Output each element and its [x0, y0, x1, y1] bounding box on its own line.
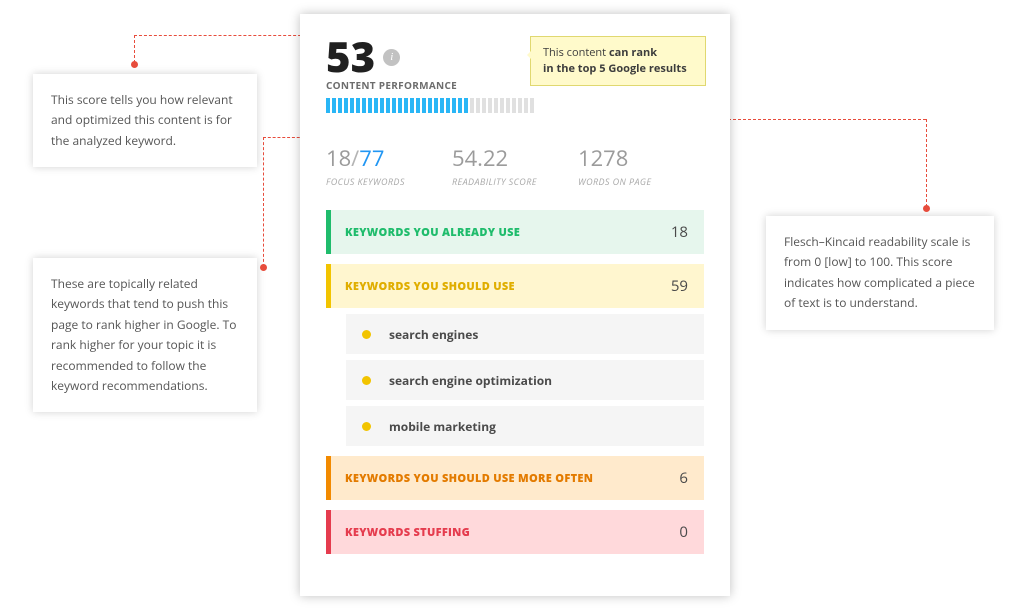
- score-progress: [326, 98, 704, 113]
- ranking-note: This content can rank in the top 5 Googl…: [530, 36, 706, 86]
- keyword-item[interactable]: search engine optimization: [346, 360, 704, 400]
- bullet-icon: [362, 330, 371, 339]
- keyword-item[interactable]: mobile marketing: [346, 406, 704, 446]
- note-text: This content: [543, 45, 609, 60]
- bullet-icon: [362, 422, 371, 431]
- section-count: 18: [671, 222, 688, 242]
- focus-total: 77: [359, 143, 384, 173]
- keyword-item[interactable]: search engines: [346, 314, 704, 354]
- section-count: 0: [679, 522, 688, 542]
- metric-words[interactable]: 1278 WORDS ON PAGE: [578, 143, 704, 188]
- section-title: KEYWORDS YOU SHOULD USE MORE OFTEN: [345, 471, 593, 486]
- metric-readability[interactable]: 54.22 READABILITY SCORE: [452, 143, 578, 188]
- section-keywords-already-use[interactable]: KEYWORDS YOU ALREADY USE 18: [326, 210, 704, 254]
- metric-label: FOCUS KEYWORDS: [326, 175, 452, 188]
- score-value: 53: [326, 36, 375, 78]
- keyword-text: mobile marketing: [389, 418, 496, 435]
- keyword-text: search engines: [389, 326, 478, 343]
- bullet-icon: [362, 376, 371, 385]
- connector-line: [134, 35, 135, 63]
- section-keywords-more-often[interactable]: KEYWORDS YOU SHOULD USE MORE OFTEN 6: [326, 456, 704, 500]
- connector-dot: [923, 205, 930, 212]
- words-value: 1278: [578, 143, 704, 173]
- connector-line: [263, 137, 264, 267]
- section-title: KEYWORDS STUFFING: [345, 525, 470, 540]
- tooltip-score: This score tells you how relevant and op…: [33, 74, 257, 167]
- metric-focus-keywords[interactable]: 18/77 FOCUS KEYWORDS: [326, 143, 452, 188]
- section-title: KEYWORDS YOU ALREADY USE: [345, 225, 520, 240]
- section-count: 6: [679, 468, 688, 488]
- section-count: 59: [671, 276, 688, 296]
- metric-label: READABILITY SCORE: [452, 175, 578, 188]
- connector-line: [926, 119, 927, 207]
- tooltip-readability: Flesch–Kincaid readability scale is from…: [766, 216, 994, 330]
- keyword-list: search engines search engine optimization…: [326, 314, 704, 446]
- tooltip-keywords: These are topically related keywords tha…: [33, 258, 257, 412]
- content-performance-card: 53 i CONTENT PERFORMANCE This content ca…: [300, 14, 730, 596]
- note-bold: in the top 5 Google results: [543, 61, 687, 76]
- keyword-text: search engine optimization: [389, 372, 552, 389]
- note-bold: can rank: [609, 45, 657, 60]
- metric-label: WORDS ON PAGE: [578, 175, 704, 188]
- section-keywords-stuffing[interactable]: KEYWORDS STUFFING 0: [326, 510, 704, 554]
- section-keywords-should-use[interactable]: KEYWORDS YOU SHOULD USE 59: [326, 264, 704, 308]
- readability-value: 54.22: [452, 143, 578, 173]
- connector-line: [134, 35, 316, 36]
- focus-current: 18: [326, 143, 351, 173]
- info-icon[interactable]: i: [383, 49, 400, 66]
- section-title: KEYWORDS YOU SHOULD USE: [345, 279, 515, 294]
